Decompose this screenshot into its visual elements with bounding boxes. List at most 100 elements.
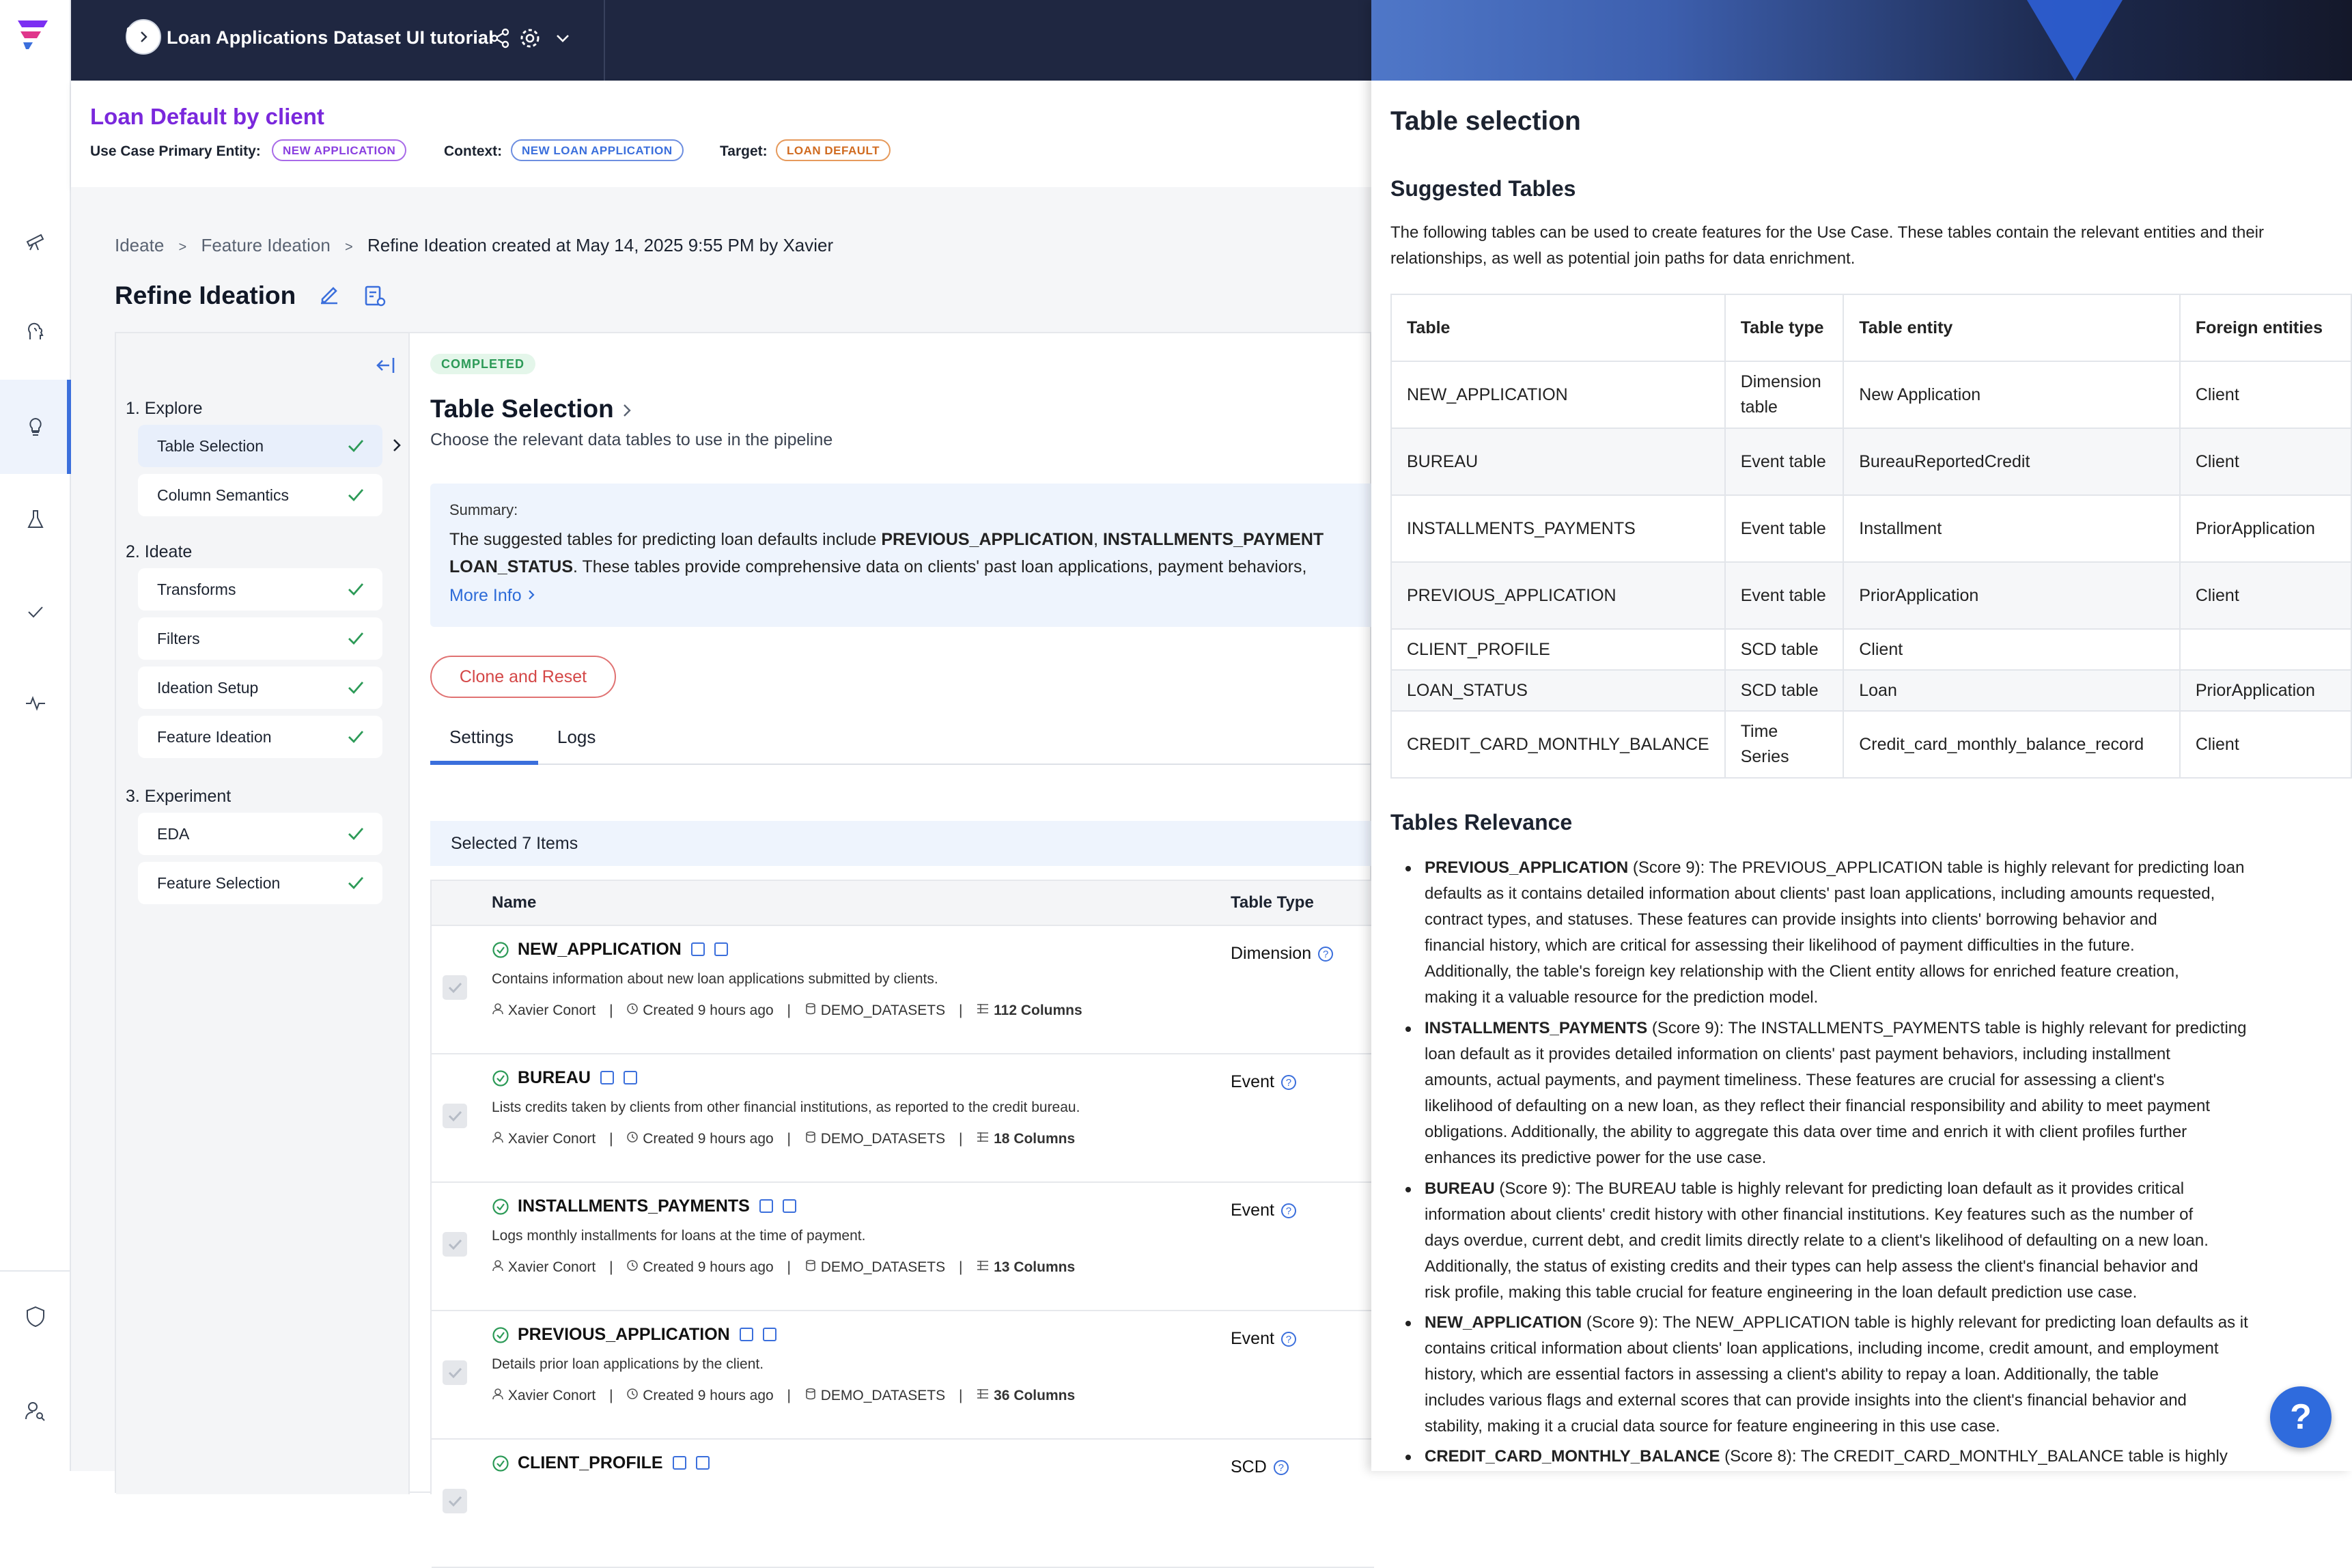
step-column-semantics[interactable]: Column Semantics — [138, 474, 382, 516]
row-checkbox[interactable] — [443, 1489, 467, 1513]
suggested-tables-intro: The following tables can be used to crea… — [1390, 223, 2264, 268]
relevance-text: The BUREAU table is highly relevant for … — [1575, 1179, 2185, 1198]
step-feature-selection[interactable]: Feature Selection — [138, 862, 382, 904]
table-row[interactable]: NEW_APPLICATION Contains information abo… — [432, 926, 1374, 1054]
suggested-table-row: INSTALLMENTS_PAYMENTS Event table Installm… — [1390, 494, 2352, 563]
step-ideation-setup[interactable]: Ideation Setup — [138, 667, 382, 709]
row-checkbox[interactable] — [443, 1232, 467, 1257]
step-title: Table Selection — [430, 395, 614, 423]
step-transforms[interactable]: Transforms — [138, 568, 382, 611]
clipboard-settings-icon[interactable] — [362, 283, 388, 309]
id-icon[interactable] — [782, 1199, 796, 1213]
row-name[interactable]: INSTALLMENTS_PAYMENTS — [518, 1196, 796, 1216]
flask-icon[interactable] — [15, 499, 56, 540]
copy-icon[interactable] — [672, 1456, 686, 1470]
column-header-name[interactable]: Name — [492, 893, 536, 912]
suggested-table-row: PREVIOUS_APPLICATION Event table PriorAppl… — [1390, 561, 2352, 630]
table-row[interactable]: BUREAU Lists credits taken by clients fr… — [432, 1054, 1374, 1183]
row-checkbox[interactable] — [443, 975, 467, 1000]
suggested-table-cell: PriorApplication — [2179, 669, 2352, 712]
copy-icon[interactable] — [759, 1199, 773, 1213]
row-owner: Xavier Conort — [507, 1131, 596, 1147]
gear-icon[interactable] — [518, 26, 542, 51]
tab-logs[interactable]: Logs — [557, 727, 596, 748]
share-icon[interactable] — [489, 27, 511, 49]
suggested-table-cell: SCD table — [1724, 669, 1845, 712]
suggested-table-cell: Client — [2179, 361, 2352, 429]
row-checkbox[interactable] — [443, 1104, 467, 1128]
catalog-title: Loan Applications Dataset UI tutorial — [167, 27, 494, 48]
relevance-text: loan default as it provides detailed inf… — [1425, 1044, 2170, 1063]
suggested-table-cell: CLIENT_PROFILE — [1390, 628, 1726, 671]
panel-title: Table selection — [1390, 107, 1581, 136]
step-table-selection[interactable]: Table Selection — [138, 425, 382, 467]
collapse-panel-icon[interactable] — [374, 355, 397, 376]
copy-icon[interactable] — [690, 942, 705, 956]
clock-icon — [627, 1003, 639, 1014]
step-eda[interactable]: EDA — [138, 813, 382, 855]
suggested-table-cell: BUREAU — [1390, 428, 1726, 496]
user-search-icon[interactable] — [15, 1390, 56, 1431]
more-info-link[interactable]: More Info — [449, 586, 1367, 606]
row-checkbox[interactable] — [443, 1360, 467, 1385]
brain-icon[interactable] — [15, 311, 56, 352]
help-circle-icon[interactable]: ? — [1280, 1075, 1296, 1090]
suggested-table-cell: INSTALLMENTS_PAYMENTS — [1390, 494, 1726, 563]
suggested-table-cell: PriorApplication — [2179, 494, 2352, 563]
table-row[interactable]: INSTALLMENTS_PAYMENTS Logs monthly insta… — [432, 1183, 1374, 1311]
suggested-table-cell: Dimension table — [1724, 361, 1845, 429]
row-source: DEMO_DATASETS — [820, 1131, 946, 1147]
use-case-title[interactable]: Loan Default by client — [90, 104, 324, 130]
user-icon — [492, 1003, 503, 1015]
row-table-type-text: Event — [1231, 1072, 1274, 1091]
database-icon — [806, 1388, 815, 1400]
copy-icon[interactable] — [739, 1328, 753, 1341]
step-label: EDA — [157, 825, 190, 843]
checkmark-icon[interactable] — [15, 591, 56, 632]
step-filters[interactable]: Filters — [138, 617, 382, 660]
step-feature-ideation[interactable]: Feature Ideation — [138, 716, 382, 758]
chevron-right-icon[interactable] — [620, 402, 634, 419]
help-circle-icon[interactable]: ? — [1318, 947, 1334, 962]
chevron-down-icon[interactable] — [555, 31, 571, 45]
suggested-tables-table: Table Table type Table entity Foreign en… — [1390, 294, 2352, 779]
step-subtitle: Choose the relevant data tables to use i… — [430, 430, 833, 449]
row-name[interactable]: CLIENT_PROFILE — [518, 1453, 710, 1473]
column-header-table-type[interactable]: Table Type — [1231, 893, 1314, 912]
row-name[interactable]: BUREAU — [518, 1068, 637, 1088]
help-circle-icon[interactable]: ? — [1280, 1332, 1296, 1347]
row-columns: 36 Columns — [994, 1388, 1076, 1403]
suggested-table-cell: Event table — [1724, 561, 1845, 630]
breadcrumb-feature-ideation[interactable]: Feature Ideation — [201, 235, 330, 255]
breadcrumb-ideate[interactable]: Ideate — [115, 235, 164, 255]
table-row[interactable]: CLIENT_PROFILE SCD? — [432, 1440, 1374, 1568]
check-circle-icon — [492, 1070, 509, 1087]
shield-icon[interactable] — [15, 1296, 56, 1337]
id-icon[interactable] — [623, 1071, 637, 1084]
suggested-table-cell: New Application — [1843, 361, 2181, 429]
row-name[interactable]: PREVIOUS_APPLICATION — [518, 1325, 776, 1345]
meta-separator: | — [958, 1131, 963, 1147]
id-icon[interactable] — [714, 942, 728, 956]
lightbulb-icon[interactable] — [15, 406, 56, 447]
clone-and-reset-button[interactable]: Clone and Reset — [430, 656, 616, 698]
suggested-table-cell: NEW_APPLICATION — [1390, 361, 1726, 429]
activity-icon[interactable] — [15, 683, 56, 724]
edit-icon[interactable] — [317, 283, 341, 307]
copy-icon[interactable] — [600, 1071, 614, 1084]
row-source: DEMO_DATASETS — [820, 1259, 946, 1275]
row-table-type: SCD? — [1231, 1457, 1289, 1477]
table-row[interactable]: PREVIOUS_APPLICATION Details prior loan … — [432, 1311, 1374, 1440]
help-circle-icon[interactable]: ? — [1273, 1460, 1289, 1475]
app-logo[interactable] — [14, 16, 52, 52]
telescope-icon[interactable] — [15, 219, 56, 260]
help-circle-icon[interactable]: ? — [1280, 1203, 1296, 1218]
id-icon[interactable] — [762, 1328, 776, 1341]
suggested-table-row: BUREAU Event table BureauReportedCredit Cli… — [1390, 428, 2352, 496]
row-owner: Xavier Conort — [507, 1003, 596, 1018]
row-name[interactable]: NEW_APPLICATION — [518, 940, 728, 960]
help-button[interactable]: ? — [2270, 1386, 2332, 1448]
check-icon — [448, 1239, 462, 1250]
id-icon[interactable] — [695, 1456, 710, 1470]
tab-settings[interactable]: Settings — [449, 727, 514, 748]
